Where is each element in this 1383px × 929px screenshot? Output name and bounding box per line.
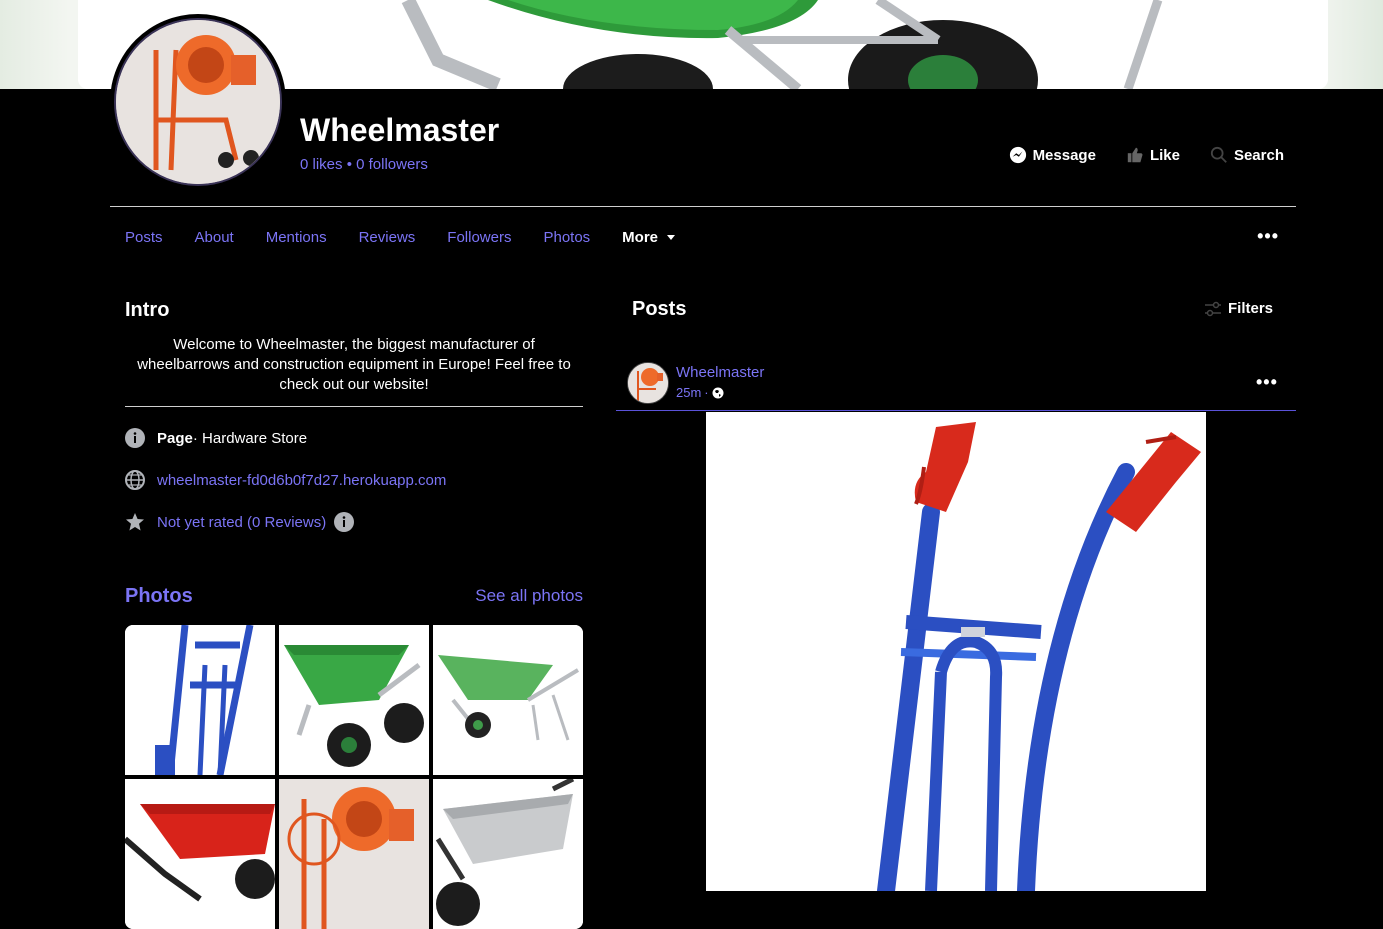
message-label: Message: [1032, 146, 1096, 164]
page-title: Wheelmaster: [300, 112, 500, 148]
search-label: Search: [1233, 146, 1284, 164]
cement-mixer-thumbnail: [279, 779, 429, 929]
search-icon: [1210, 146, 1227, 163]
page-stats: 0 likes • 0 followers: [300, 156, 428, 173]
tab-posts[interactable]: Posts: [125, 229, 163, 246]
photo-thumbnail[interactable]: [279, 779, 429, 929]
tab-mentions[interactable]: Mentions: [266, 229, 327, 246]
intro-title: Intro: [125, 299, 170, 321]
page-actions: Message Like Search: [1009, 146, 1284, 164]
post-options-dots-icon[interactable]: •••: [1256, 372, 1278, 393]
stats-separator: •: [342, 156, 357, 173]
page-category-row: Page · Hardware Store: [125, 428, 307, 448]
intro-description: Welcome to Wheelmaster, the biggest manu…: [137, 336, 571, 393]
post-header-divider: [616, 410, 1296, 411]
header-divider: [110, 206, 1296, 207]
photos-grid: [125, 625, 583, 929]
rating-link[interactable]: Not yet rated (0 Reviews): [157, 514, 326, 531]
green-wheelbarrow-image-2: [433, 625, 583, 775]
globe-icon: [712, 387, 724, 398]
page-tabs: Posts About Mentions Reviews Followers P…: [125, 229, 676, 246]
red-wheelbarrow-image: [125, 779, 275, 929]
messenger-icon: [1009, 146, 1026, 164]
rating-info-icon[interactable]: [334, 512, 355, 532]
tab-followers[interactable]: Followers: [447, 229, 511, 246]
cement-mixer-image: [116, 20, 280, 184]
tab-reviews[interactable]: Reviews: [359, 229, 416, 246]
rating-row: Not yet rated (0 Reviews): [125, 512, 355, 532]
see-all-photos-link[interactable]: See all photos: [475, 586, 583, 606]
photo-thumbnail[interactable]: [433, 625, 583, 775]
photo-thumbnail[interactable]: [433, 779, 583, 929]
posts-section-title: Posts: [632, 298, 687, 320]
steel-wheelbarrow-image: [433, 779, 583, 929]
post-meta: 25m ·: [676, 385, 724, 400]
star-icon: [125, 512, 145, 532]
thumbs-up-icon: [1127, 147, 1143, 163]
filters-label: Filters: [1228, 300, 1274, 317]
green-wheelbarrow-image: [279, 625, 429, 775]
globe-icon: [125, 470, 145, 490]
profile-avatar-frame: [110, 14, 286, 190]
tab-more-label: More: [622, 229, 659, 246]
search-button[interactable]: Search: [1210, 146, 1284, 164]
likes-count[interactable]: 0 likes: [300, 156, 343, 173]
post-author-avatar[interactable]: [627, 362, 669, 404]
info-icon: [125, 428, 145, 448]
photo-thumbnail[interactable]: [125, 779, 275, 929]
filters-icon: [1205, 301, 1221, 316]
caret-down-icon: [667, 235, 676, 240]
cement-mixer-avatar-small: [628, 363, 668, 403]
tab-about[interactable]: About: [195, 229, 234, 246]
post-timestamp[interactable]: 25m: [676, 385, 701, 400]
tabs-more-dots-icon[interactable]: •••: [1257, 226, 1279, 247]
tab-more[interactable]: More: [622, 229, 676, 246]
post-meta-separator: ·: [704, 385, 709, 400]
hand-truck-post-image: [706, 412, 1206, 891]
website-link[interactable]: wheelmaster-fd0d6b0f7d27.herokuapp.com: [157, 472, 446, 489]
filters-button[interactable]: Filters: [1204, 300, 1273, 317]
photo-thumbnail[interactable]: [125, 625, 275, 775]
post-image[interactable]: [706, 412, 1206, 891]
intro-divider: [125, 406, 583, 407]
website-row: wheelmaster-fd0d6b0f7d27.herokuapp.com: [125, 470, 446, 490]
tab-photos[interactable]: Photos: [543, 229, 590, 246]
profile-avatar[interactable]: [114, 18, 282, 186]
like-label: Like: [1149, 146, 1180, 164]
post-author-name[interactable]: Wheelmaster: [676, 364, 764, 381]
like-button[interactable]: Like: [1126, 146, 1180, 164]
photos-section-title[interactable]: Photos: [125, 585, 193, 608]
message-button[interactable]: Message: [1009, 146, 1096, 164]
photo-thumbnail[interactable]: [279, 625, 429, 775]
hand-truck-image: [125, 625, 275, 775]
followers-count[interactable]: 0 followers: [356, 156, 428, 173]
category-label: Page: [157, 429, 193, 447]
category-value: · Hardware Store: [192, 429, 308, 447]
